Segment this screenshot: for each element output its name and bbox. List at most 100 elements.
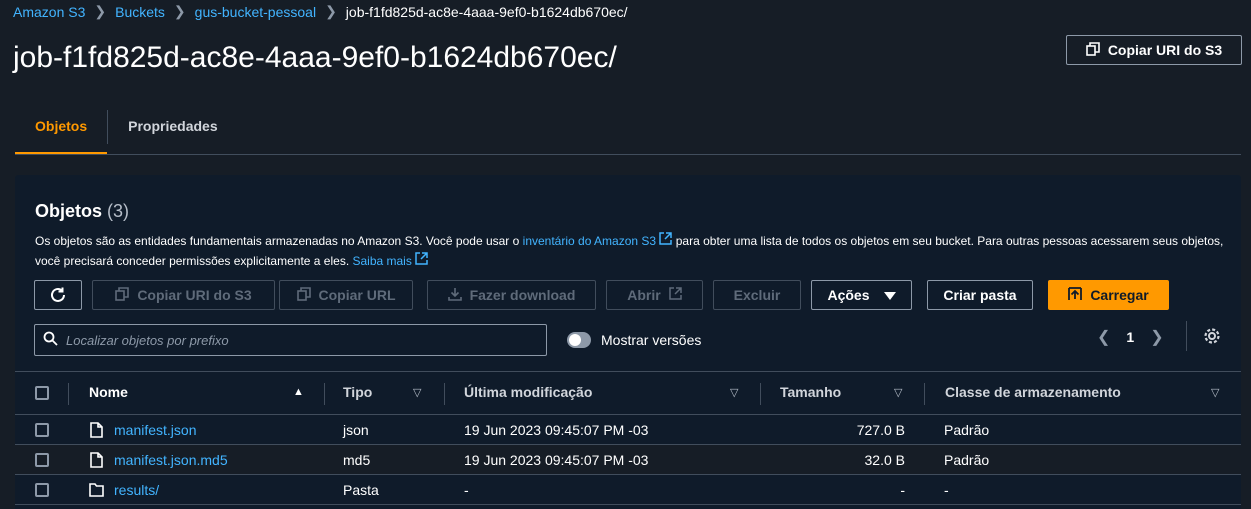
- search-input[interactable]: [66, 332, 536, 348]
- table-row: manifest.json json 19 Jun 2023 09:45:07 …: [15, 415, 1241, 445]
- object-size: 727.0 B: [856, 422, 905, 438]
- current-page[interactable]: 1: [1126, 329, 1134, 345]
- column-header-storage-class[interactable]: Classe de armazenamento: [945, 384, 1121, 400]
- copy-icon: [115, 286, 130, 304]
- pager-divider: [1186, 321, 1187, 351]
- row-checkbox[interactable]: [35, 483, 49, 497]
- object-storage-class: Padrão: [944, 422, 990, 438]
- breadcrumb-current: job-f1fd825d-ac8e-4aaa-9ef0-b1624db670ec…: [345, 3, 628, 20]
- chevron-right-icon: ❯: [173, 3, 186, 19]
- object-type: json: [343, 422, 369, 438]
- column-divider: [760, 383, 761, 405]
- actions-dropdown[interactable]: Ações: [811, 280, 912, 310]
- copy-s3-uri-button[interactable]: Copiar URI do S3: [1066, 35, 1242, 65]
- chevron-left-icon[interactable]: ❮: [1097, 327, 1110, 347]
- file-icon: [90, 422, 103, 441]
- download-icon: [447, 287, 462, 304]
- tab-properties[interactable]: Propriedades: [108, 108, 237, 154]
- search-field[interactable]: [34, 324, 547, 356]
- copy-icon: [1086, 41, 1100, 59]
- column-header-type[interactable]: Tipo: [343, 384, 372, 400]
- learn-more-link[interactable]: Saiba mais: [352, 252, 428, 268]
- copy-uri-label: Copiar URI do S3: [137, 287, 252, 303]
- copy-uri-button[interactable]: Copiar URI do S3: [92, 280, 275, 310]
- panel-title: Objetos: [35, 201, 103, 221]
- refresh-icon: [51, 287, 65, 302]
- open-label: Abrir: [627, 287, 661, 303]
- create-folder-label: Criar pasta: [943, 287, 1017, 303]
- upload-button[interactable]: Carregar: [1048, 280, 1169, 310]
- object-storage-class: -: [944, 482, 949, 498]
- object-modified: 19 Jun 2023 09:45:07 PM -03: [464, 452, 649, 468]
- show-versions-toggle[interactable]: [567, 332, 591, 348]
- pagination: ❮ 1 ❯: [1097, 327, 1164, 347]
- table-row: results/ Pasta - - -: [15, 475, 1241, 505]
- column-divider: [924, 383, 925, 405]
- column-divider: [324, 383, 325, 405]
- tabs-divider-line: [15, 154, 1241, 155]
- object-name-link[interactable]: results/: [114, 482, 159, 498]
- column-header-size[interactable]: Tamanho: [780, 384, 841, 400]
- chevron-right-icon: ❯: [94, 3, 107, 19]
- learn-more-label: Saiba mais: [352, 254, 412, 268]
- inventory-link-label: inventário do Amazon S3: [522, 234, 657, 248]
- delete-label: Excluir: [733, 287, 781, 303]
- chevron-right-icon[interactable]: ❯: [1150, 327, 1163, 347]
- objects-table: Nome ▲ Tipo ▽ Última modificação ▽ Taman…: [15, 371, 1241, 505]
- object-type: md5: [343, 452, 371, 468]
- open-button[interactable]: Abrir: [606, 280, 703, 310]
- breadcrumb-amazon-s3[interactable]: Amazon S3: [13, 4, 85, 20]
- delete-button[interactable]: Excluir: [713, 280, 801, 310]
- column-header-modified[interactable]: Última modificação: [464, 384, 592, 400]
- gear-icon[interactable]: [1201, 325, 1223, 347]
- panel-description: Os objetos são as entidades fundamentais…: [35, 231, 1225, 271]
- toggle-knob: [569, 334, 581, 346]
- copy-url-button[interactable]: Copiar URL: [279, 280, 413, 310]
- upload-icon: [1068, 286, 1083, 304]
- copy-url-label: Copiar URL: [318, 287, 396, 303]
- panel-header: Objetos (3): [35, 201, 129, 222]
- breadcrumb-bucket[interactable]: gus-bucket-pessoal: [195, 4, 316, 20]
- sort-ascending-icon[interactable]: ▲: [293, 386, 304, 398]
- external-link-icon: [415, 252, 428, 265]
- copy-icon: [296, 286, 311, 304]
- object-name-link[interactable]: manifest.json.md5: [114, 452, 228, 468]
- object-name-link[interactable]: manifest.json: [114, 422, 196, 438]
- sort-caret-icon[interactable]: ▽: [894, 386, 902, 399]
- object-modified: 19 Jun 2023 09:45:07 PM -03: [464, 422, 649, 438]
- upload-label: Carregar: [1090, 287, 1149, 303]
- column-divider: [68, 383, 69, 405]
- breadcrumb-buckets[interactable]: Buckets: [115, 4, 165, 20]
- download-button[interactable]: Fazer download: [427, 280, 596, 310]
- sort-caret-icon[interactable]: ▽: [1211, 386, 1219, 399]
- column-header-name[interactable]: Nome: [89, 384, 128, 400]
- tab-bar: Objetos Propriedades: [15, 108, 238, 155]
- sort-caret-icon[interactable]: ▽: [413, 386, 421, 399]
- sort-caret-icon[interactable]: ▽: [730, 386, 738, 399]
- tab-objects[interactable]: Objetos: [15, 108, 108, 155]
- folder-icon: [89, 483, 104, 500]
- breadcrumb: Amazon S3 ❯ Buckets ❯ gus-bucket-pessoal…: [13, 3, 628, 20]
- file-icon: [90, 452, 103, 471]
- refresh-button[interactable]: [34, 280, 82, 310]
- object-type: Pasta: [343, 482, 379, 498]
- object-modified: -: [464, 482, 469, 498]
- row-checkbox[interactable]: [35, 423, 49, 437]
- select-all-checkbox[interactable]: [35, 386, 49, 400]
- external-link-icon: [659, 232, 673, 245]
- actions-label: Ações: [827, 287, 870, 303]
- column-divider: [444, 383, 445, 405]
- object-size: 32.0 B: [864, 452, 905, 468]
- caret-down-icon: [883, 287, 896, 303]
- description-text-1: Os objetos são as entidades fundamentais…: [35, 234, 523, 248]
- create-folder-button[interactable]: Criar pasta: [927, 280, 1033, 310]
- copy-s3-uri-label: Copiar URI do S3: [1107, 42, 1223, 58]
- search-icon: [43, 331, 58, 349]
- external-link-icon: [668, 287, 682, 303]
- table-row: manifest.json.md5 md5 19 Jun 2023 09:45:…: [15, 445, 1241, 475]
- object-size: -: [900, 482, 905, 498]
- objects-panel: Objetos (3) Os objetos são as entidades …: [15, 175, 1241, 509]
- inventory-link[interactable]: inventário do Amazon S3: [522, 232, 673, 248]
- object-storage-class: Padrão: [944, 452, 990, 468]
- row-checkbox[interactable]: [35, 453, 49, 467]
